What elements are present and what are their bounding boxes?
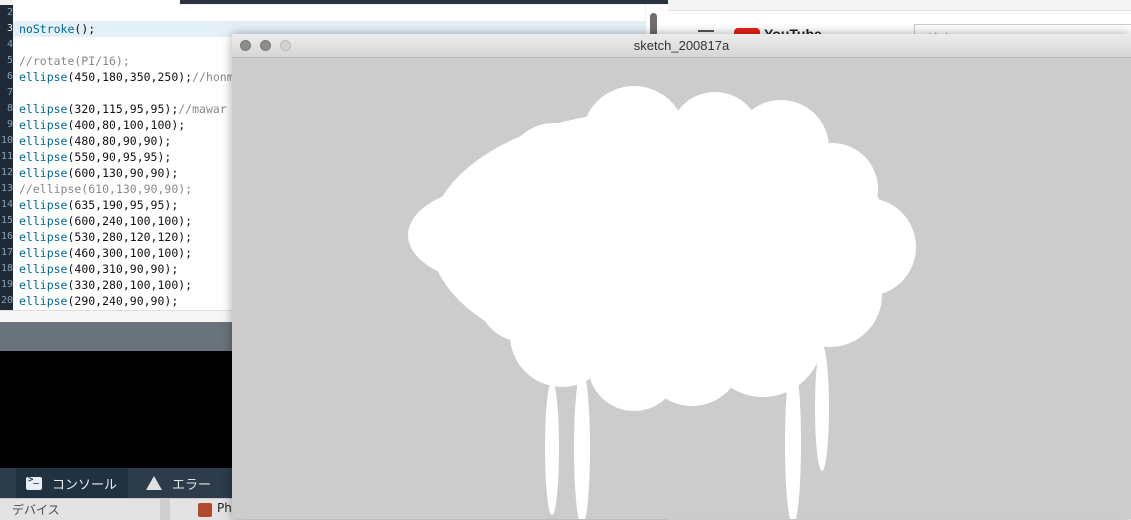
code-line-text: ellipse(530,280,120,120);: [19, 230, 193, 244]
code-line-text: ellipse(460,300,100,100);: [19, 246, 193, 260]
code-line-text: ellipse(600,130,90,90);: [19, 166, 179, 180]
line-number: 16: [0, 231, 13, 242]
code-line[interactable]: [13, 5, 645, 21]
line-number: 9: [6, 119, 13, 130]
line-number: 10: [0, 135, 13, 146]
line-number: 19: [0, 279, 13, 290]
sketch-window-title: sketch_200817a: [633, 38, 730, 53]
line-number: 18: [0, 263, 13, 274]
sketch-window: sketch_200817a: [232, 34, 1131, 519]
code-line-text: noStroke();: [19, 22, 96, 36]
line-number: 7: [6, 87, 13, 98]
line-number: 11: [0, 151, 13, 162]
sketch-canvas: [232, 58, 1131, 519]
code-line-text: ellipse(480,80,90,90);: [19, 134, 172, 148]
devices-label: デバイス: [12, 503, 60, 517]
line-number: 5: [6, 55, 13, 66]
line-number: 15: [0, 215, 13, 226]
terminal-icon: [26, 475, 42, 490]
line-number: 2: [6, 7, 13, 18]
sketch-title-bar[interactable]: sketch_200817a: [232, 34, 1131, 58]
code-line-text: ellipse(400,310,90,90);: [19, 262, 179, 276]
application-label[interactable]: Ph: [217, 501, 232, 515]
finder-divider: [160, 499, 170, 520]
tab-errors-label: エラー: [172, 477, 212, 493]
tab-console-label: コンソール: [52, 477, 118, 493]
code-line-text: ellipse(290,240,90,90);: [19, 294, 179, 308]
warning-icon: [146, 476, 162, 490]
code-line-text: ellipse(330,280,100,100);: [19, 278, 193, 292]
code-line-text: ellipse(320,115,95,95);//mawar: [19, 102, 227, 116]
tab-errors[interactable]: エラー: [132, 468, 232, 498]
line-number: 14: [0, 199, 13, 210]
line-number: 3: [6, 23, 13, 34]
code-line-text: ellipse(635,190,95,95);: [19, 198, 179, 212]
sheep-leg: [785, 361, 801, 519]
code-line-text: ellipse(400,80,100,100);: [19, 118, 186, 132]
line-number: 6: [6, 71, 13, 82]
tab-console[interactable]: コンソール: [16, 468, 128, 498]
line-number: 12: [0, 167, 13, 178]
line-number: 8: [6, 103, 13, 114]
code-line-text: //rotate(PI/16);: [19, 54, 130, 68]
editor-tab-bar-dark: [180, 0, 668, 4]
line-number: 17: [0, 247, 13, 258]
line-number: 20: [0, 295, 13, 306]
code-line-text: ellipse(550,90,95,95);: [19, 150, 172, 164]
wool-puff: [477, 248, 571, 342]
code-line-text: ellipse(600,240,100,100);: [19, 214, 193, 228]
browser-top-bar: [660, 0, 1131, 11]
sheep-leg: [545, 381, 559, 515]
code-line-text: //ellipse(610,130,90,90);: [19, 182, 193, 196]
line-number: 13: [0, 183, 13, 194]
sheep-leg: [815, 345, 829, 471]
line-number-gutter: 2 3 4 5 6 7 8 9 10 11 12 13 14 15 16 17 18 19 20: [0, 5, 13, 310]
code-line-text: ellipse(450,180,350,250);//honm: [19, 70, 234, 84]
line-number: 4: [6, 39, 13, 50]
application-icon[interactable]: [198, 503, 212, 517]
sheep-leg: [574, 370, 590, 519]
